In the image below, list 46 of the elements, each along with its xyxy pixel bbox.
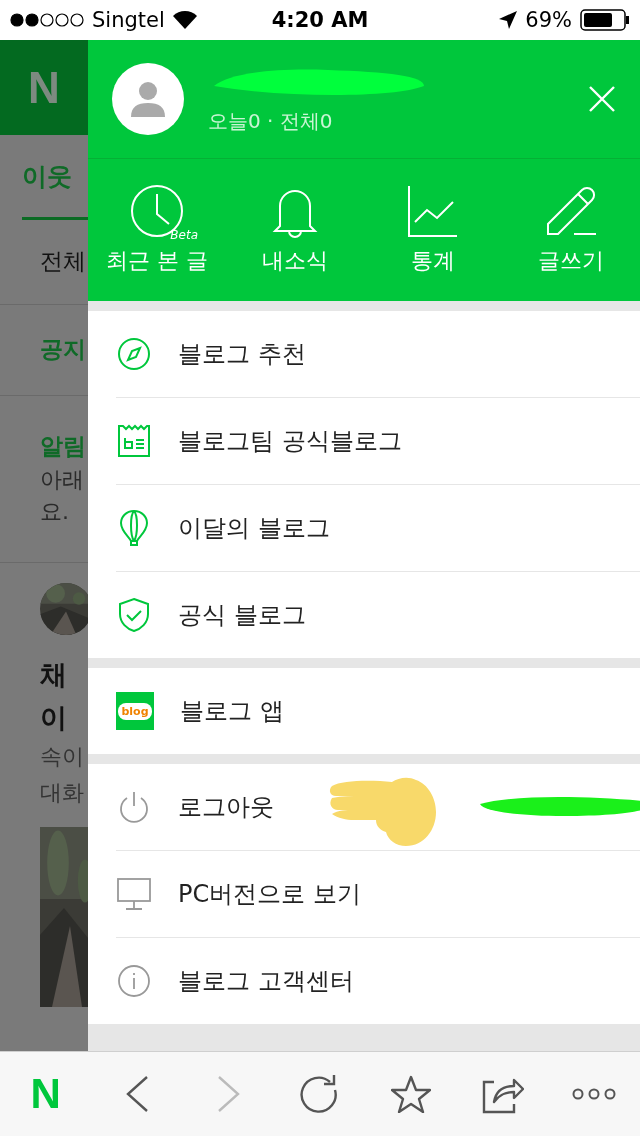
info-icon bbox=[117, 964, 151, 998]
more-icon bbox=[572, 1088, 617, 1100]
back-icon bbox=[125, 1075, 150, 1113]
post-text: 대화 bbox=[40, 779, 85, 808]
menu-item[interactable]: PC버전으로 보기 bbox=[116, 851, 640, 938]
line-chart-icon bbox=[407, 184, 459, 238]
menu-item[interactable]: 로그아웃 bbox=[116, 764, 640, 851]
carrier-name: Singtel bbox=[92, 8, 165, 32]
battery-icon bbox=[580, 9, 630, 31]
compass-icon bbox=[117, 337, 151, 371]
signal-icon bbox=[10, 13, 84, 27]
notice-label: 공지 bbox=[40, 335, 87, 365]
menu-item[interactable]: 블로그 추천 bbox=[116, 311, 640, 398]
post-text: 속이 bbox=[40, 743, 85, 772]
more-button[interactable] bbox=[572, 1088, 617, 1100]
forward-icon bbox=[216, 1075, 241, 1113]
power-icon bbox=[118, 790, 150, 824]
filter-label: 전체 bbox=[40, 247, 87, 277]
battery-percent: 69% bbox=[525, 8, 572, 32]
alert-text: 요. bbox=[40, 497, 70, 526]
monitor-icon bbox=[116, 877, 152, 911]
document-icon bbox=[117, 424, 151, 458]
person-icon bbox=[131, 81, 165, 117]
status-time: 4:20 AM bbox=[271, 8, 369, 32]
star-icon bbox=[391, 1075, 432, 1113]
post-title: 채 bbox=[40, 658, 68, 692]
beta-label: Beta bbox=[170, 228, 198, 242]
alert-text: 아래 bbox=[40, 465, 85, 494]
alert-title: 알림 bbox=[40, 432, 87, 462]
app-icon: blog bbox=[116, 692, 154, 730]
refresh-button[interactable] bbox=[300, 1074, 340, 1114]
bookmark-button[interactable] bbox=[391, 1075, 432, 1113]
post-title: 이 bbox=[40, 701, 68, 736]
menu-item[interactable]: 이달의 블로그 bbox=[116, 485, 640, 572]
back-button[interactable] bbox=[125, 1075, 150, 1113]
pencil-icon bbox=[544, 184, 598, 238]
shield-check-icon bbox=[118, 597, 150, 633]
refresh-icon bbox=[300, 1074, 340, 1114]
wifi-icon bbox=[172, 11, 197, 29]
menu-item[interactable]: 블로그 고객센터 bbox=[116, 938, 640, 1024]
visitor-stats: 오늘0 · 전체0 bbox=[208, 107, 334, 135]
balloon-icon bbox=[119, 509, 149, 547]
menu-item[interactable]: 공식 블로그 bbox=[116, 572, 640, 658]
menu-item[interactable]: 블로그팀 공식블로그 bbox=[116, 398, 640, 485]
logo: N bbox=[28, 62, 60, 113]
location-arrow-icon bbox=[499, 11, 518, 29]
